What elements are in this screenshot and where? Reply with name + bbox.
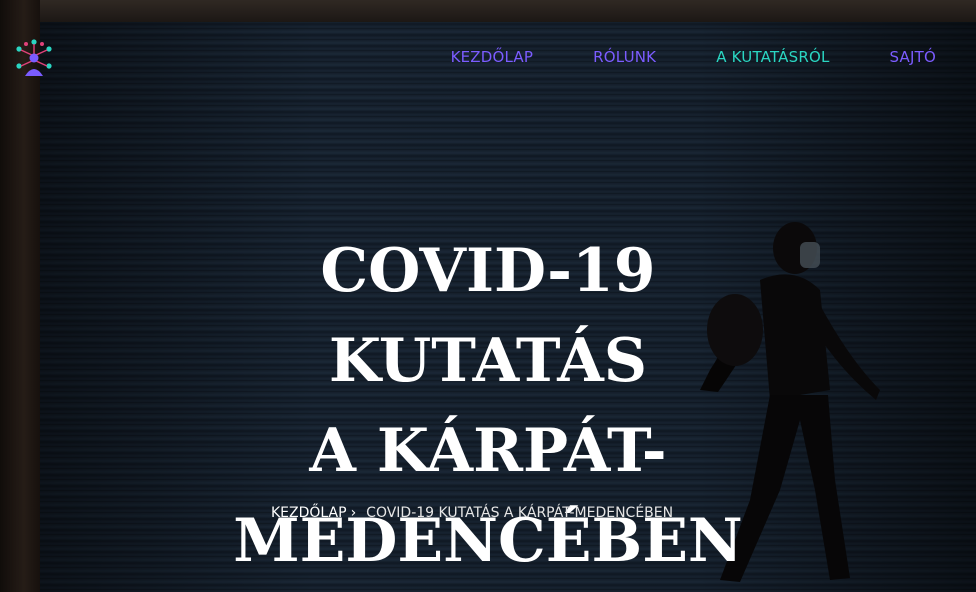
breadcrumb-home-link[interactable]: KEZDŐLAP <box>271 505 347 521</box>
page-title-line-2: A KÁRPÁT- <box>309 416 667 486</box>
nav-item-kezdolap[interactable]: KEZDŐLAP <box>451 46 534 68</box>
nav-item-sajto[interactable]: SAJTÓ <box>890 46 936 68</box>
chevron-right-icon: › <box>350 505 357 521</box>
site-logo-icon[interactable] <box>14 38 54 78</box>
nav-item-rolunk[interactable]: RÓLUNK <box>593 46 656 68</box>
page-title-line-1: COVID-19 KUTATÁS <box>320 236 656 396</box>
page-title: COVID-19 KUTATÁS A KÁRPÁT- MEDENCÉBEN <box>188 226 788 586</box>
breadcrumb-current: COVID-19 KUTATÁS A KÁRPÁT-MEDENCÉBEN <box>366 505 674 521</box>
main-navigation: KEZDŐLAP RÓLUNK A KUTATÁSRÓL SAJTÓ <box>391 46 936 68</box>
breadcrumb: KEZDŐLAP › COVID-19 KUTATÁS A KÁRPÁT-MED… <box>271 505 673 521</box>
nav-item-a-kutatasrol[interactable]: A KUTATÁSRÓL <box>716 46 829 68</box>
